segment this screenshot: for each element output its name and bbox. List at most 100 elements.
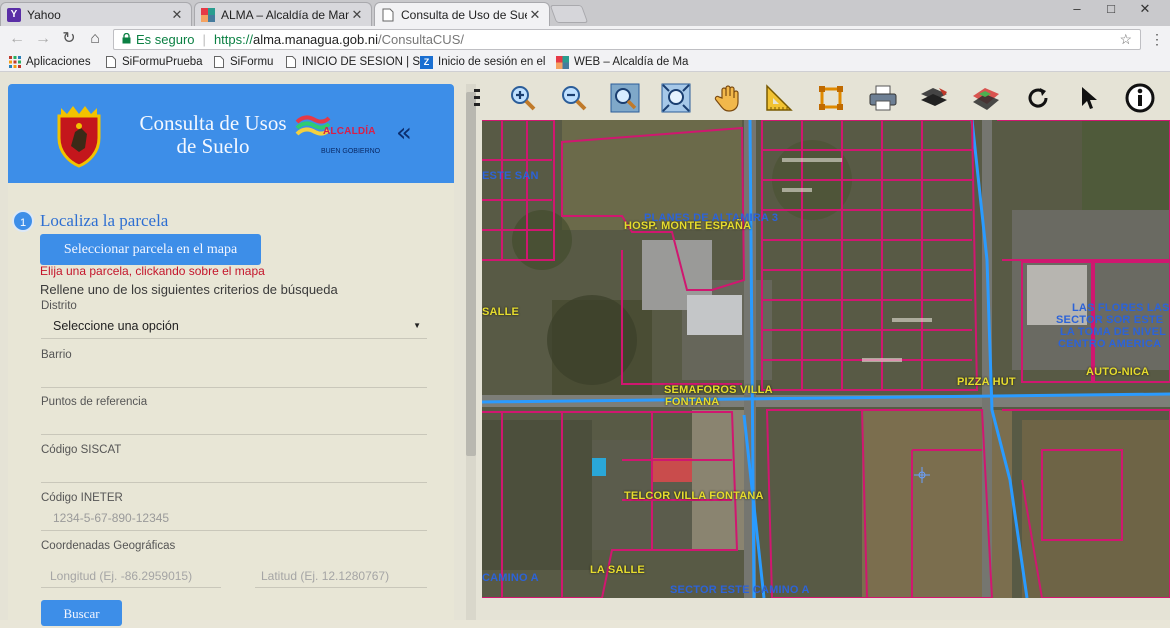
browser-toolbar: ← → ↻ ⌂ Es seguro | https:// alma.managu…: [0, 26, 1170, 52]
select-hint: Elija una parcela, clickando sobre el ma…: [40, 264, 265, 278]
panel-header: Consulta de Usos de Suelo ALCALDÍA BUEN …: [8, 84, 454, 183]
measure-icon[interactable]: [762, 82, 796, 114]
map-label: ESTE SAN: [482, 170, 539, 182]
codigo-ineter-label: Código INETER: [41, 492, 123, 504]
alcaldia-icon: [201, 7, 215, 22]
bookmarks-bar: Aplicaciones SiFormuPrueba SiFormu INICI…: [0, 52, 1170, 72]
distrito-select[interactable]: Seleccione una opción ▼: [41, 313, 427, 339]
bookmark-web-alcaldia[interactable]: WEB – Alcaldía de Ma: [556, 54, 688, 70]
select-parcel-button[interactable]: Seleccionar parcela en el mapa: [40, 234, 261, 265]
map-label: TELCOR VILLA FONTANA: [624, 490, 764, 502]
dropdown-arrow-icon: ▼: [413, 321, 421, 330]
new-tab-button[interactable]: [549, 5, 589, 23]
pointer-icon[interactable]: [1072, 82, 1106, 114]
map-label: FONTANA: [665, 396, 720, 408]
collapse-panel-button[interactable]: «: [396, 118, 412, 148]
barrio-label: Barrio: [41, 349, 72, 361]
tab-consulta[interactable]: Consulta de Uso de Suel ✕: [374, 2, 550, 26]
puntos-referencia-label: Puntos de referencia: [41, 396, 148, 408]
refresh-icon[interactable]: [1021, 82, 1055, 114]
aerial-imagery: [482, 120, 1170, 598]
address-bar[interactable]: Es seguro | https:// alma.managua.gob.ni…: [113, 29, 1141, 50]
forward-button[interactable]: →: [32, 29, 54, 49]
map-label: LA SALLE: [590, 564, 645, 576]
zoom-window-icon[interactable]: [608, 82, 642, 114]
longitud-input[interactable]: Longitud (Ej. -86.2959015): [41, 564, 221, 588]
tab-alma[interactable]: ALMA – Alcaldía de Mana ✕: [194, 2, 372, 26]
zoom-out-icon[interactable]: [557, 82, 591, 114]
back-button[interactable]: ←: [6, 29, 28, 49]
page-viewport: Consulta de Usos de Suelo ALCALDÍA BUEN …: [0, 72, 1170, 626]
bookmark-apps[interactable]: Aplicaciones: [8, 54, 91, 70]
print-icon[interactable]: [866, 82, 900, 114]
bookmark-zimbra[interactable]: Z Inicio de sesión en el: [420, 54, 545, 70]
map-label: LA TOMA DE NIVEL: [1060, 326, 1167, 338]
map-toolbar: [474, 78, 1170, 118]
zimbra-icon: Z: [420, 55, 433, 69]
map-label: SECTOR SOR ESTE: [1056, 314, 1164, 326]
codigo-siscat-input[interactable]: [41, 457, 427, 483]
close-window-button[interactable]: ✕: [1128, 0, 1162, 20]
menu-icon[interactable]: ⋮: [1146, 29, 1168, 49]
map-label: SECTOR ESTE CAMINO A: [670, 584, 810, 596]
page-icon: [381, 8, 395, 22]
bookmark-star-icon[interactable]: ☆: [1119, 31, 1132, 48]
close-icon[interactable]: ✕: [169, 7, 185, 23]
map-label: AUTO-NICA: [1086, 366, 1150, 378]
step-title: Localiza la parcela: [40, 211, 169, 230]
divider: |: [202, 32, 206, 47]
map-label: CAMINO A: [482, 572, 539, 584]
zoom-extent-icon[interactable]: [659, 82, 693, 114]
step-number-badge: 1: [12, 210, 34, 232]
close-icon[interactable]: ✕: [349, 7, 365, 23]
map-label: PIZZA HUT: [957, 376, 1016, 388]
puntos-referencia-input[interactable]: [41, 409, 427, 435]
tab-yahoo[interactable]: Y Yahoo ✕: [0, 2, 192, 26]
security-status: Es seguro: [136, 32, 195, 47]
area-select-icon[interactable]: [814, 82, 848, 114]
url-scheme: https://: [213, 32, 253, 47]
page-icon: [284, 56, 297, 69]
bookmark-siformu[interactable]: SiFormu: [212, 54, 273, 70]
map-canvas[interactable]: ESTE SAN PLANES DE ALTAMIRA 3 HOSP. MONT…: [482, 120, 1170, 598]
map-label: CENTRO AMERICA: [1058, 338, 1162, 350]
page-icon: [104, 56, 117, 69]
alcaldia-logo: ALCALDÍA BUEN GOBIERNO: [295, 114, 385, 158]
apps-icon: [8, 56, 21, 69]
pan-hand-icon[interactable]: [711, 82, 745, 114]
url-path: /ConsultaCUS/: [378, 32, 464, 47]
alcaldia-icon: [556, 55, 569, 69]
layers-icon[interactable]: [917, 82, 951, 114]
page-icon: [212, 56, 225, 69]
yahoo-icon: Y: [7, 7, 21, 22]
search-panel: Consulta de Usos de Suelo ALCALDÍA BUEN …: [8, 84, 454, 626]
managua-crest-icon: [57, 106, 101, 168]
browser-tab-bar: Y Yahoo ✕ ALMA – Alcaldía de Mana ✕ Cons…: [0, 0, 1170, 26]
search-button[interactable]: Buscar: [41, 600, 122, 626]
reload-button[interactable]: ↻: [58, 29, 80, 49]
distrito-label: Distrito: [41, 300, 77, 312]
codigo-ineter-input[interactable]: 1234-5-67-890-12345: [41, 505, 427, 531]
map-label: LAS FLORES LAS: [1072, 302, 1170, 314]
toolbar-handle-icon[interactable]: [470, 82, 484, 114]
minimize-button[interactable]: –: [1060, 0, 1094, 20]
close-icon[interactable]: ✕: [527, 7, 543, 23]
map-label: SEMAFOROS VILLA: [664, 384, 773, 396]
bookmark-siformuprueba[interactable]: SiFormuPrueba: [104, 54, 203, 70]
barrio-input[interactable]: [41, 362, 427, 388]
home-button[interactable]: ⌂: [84, 29, 106, 49]
url-host: alma.managua.gob.ni: [252, 32, 378, 47]
map-label: HOSP. MONTE ESPAÑA: [624, 220, 752, 232]
coordenadas-label: Coordenadas Geográficas: [41, 540, 176, 552]
scrollbar-thumb[interactable]: [466, 92, 476, 456]
map-label: SALLE: [482, 306, 520, 318]
page-title: Consulta de Usos de Suelo: [139, 111, 287, 158]
info-icon[interactable]: [1123, 82, 1157, 114]
maximize-button[interactable]: □: [1094, 0, 1128, 20]
map-layers-icon[interactable]: [969, 82, 1003, 114]
latitud-input[interactable]: Latitud (Ej. 12.1280767): [255, 564, 427, 588]
bookmark-inicio-sesion[interactable]: INICIO DE SESION | SI: [284, 54, 423, 70]
codigo-siscat-label: Código SISCAT: [41, 444, 122, 456]
criteria-hint: Rellene uno de los siguientes criterios …: [40, 282, 338, 297]
zoom-in-icon[interactable]: [506, 82, 540, 114]
